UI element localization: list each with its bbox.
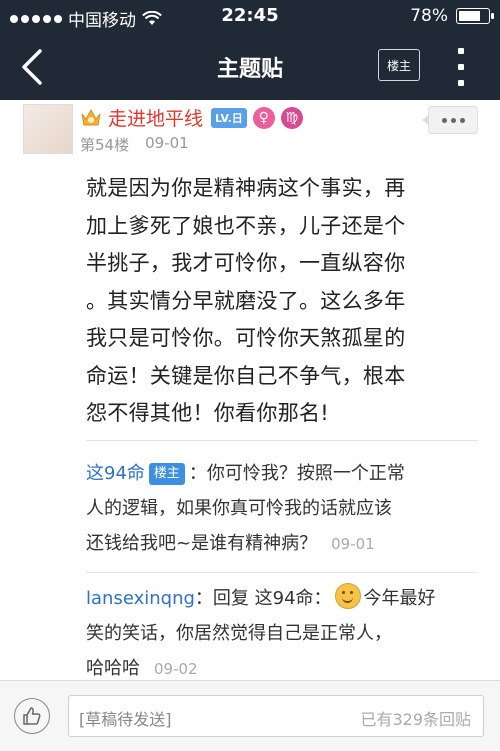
reply-item[interactable]: lansexinqng：回复 这94命： 今年最好 笑的笑话，你居然觉得自己是正常…	[86, 581, 478, 687]
reply-line: lansexinqng：回复 这94命： 今年最好	[86, 581, 478, 616]
post-meta: 第54楼 09-01	[80, 134, 189, 155]
reply-line: 还钱给我吧~是谁有精神病？ 09-01	[86, 526, 478, 562]
reply-list: 这94命 楼主 ：你可怜我？按照一个正常 人的逻辑，如果你真可怜我的话就应该 还钱给…	[86, 456, 478, 697]
content-line: 我只是可怜你。可怜你天煞孤星的	[86, 326, 406, 350]
op-tag: 楼主	[148, 463, 185, 485]
virgo-zodiac-icon: ♍	[280, 106, 303, 129]
battery-info: 78%	[410, 6, 494, 26]
reply-username[interactable]: 这94命	[86, 463, 145, 484]
content-line: 加上爹死了娘也不亲，儿子还是个	[86, 213, 406, 238]
reply-text: 今年最好	[363, 588, 436, 609]
content-line: 半挑子，我才可怜你，一直纵容你	[86, 251, 406, 275]
reply-divider	[86, 572, 478, 573]
post-content: 就是因为你是精神病这个事实，再 加上爹死了娘也不亲，儿子还是个 半挑子，我才可怜…	[86, 170, 478, 433]
reply-text: ：你可怜我？按照一个正常	[188, 463, 405, 484]
female-gender-icon: ♀	[252, 106, 275, 129]
floor-number: 第54楼	[80, 136, 130, 154]
content-line: 就是因为你是精神病这个事实，再	[86, 176, 406, 200]
battery-icon	[456, 8, 494, 24]
draft-placeholder: [草稿待发送]	[79, 710, 172, 729]
only-op-button[interactable]: 楼主	[378, 49, 420, 81]
reply-text: 哈哈哈	[86, 658, 140, 679]
reply-text: 还钱给我吧~是谁有精神病？	[86, 533, 318, 554]
reply-prefix: ：回复 这94命：	[194, 588, 332, 609]
username[interactable]: 走进地平线	[108, 104, 203, 131]
level-badge: LV.日	[211, 107, 247, 128]
smiley-emoji-icon	[334, 583, 361, 609]
content-line: 。其实情分早就磨没了。这么多年	[86, 288, 406, 313]
post: 走进地平线 LV.日 ♀ ♍ 第54楼 09-01 就是因为你是精神病这个事实，…	[0, 100, 500, 680]
reply-time: 09-01	[331, 535, 375, 553]
reply-input[interactable]: [草稿待发送] 已有329条回贴	[68, 695, 484, 737]
status-bar: 中国移动 22:45 78%	[0, 0, 500, 33]
divider	[86, 440, 478, 441]
reply-line: 人的逻辑，如果你真可怜我的话就应该	[86, 498, 392, 519]
post-author-line: 走进地平线 LV.日 ♀ ♍	[80, 104, 303, 131]
battery-percent: 78%	[410, 6, 448, 26]
reply-username[interactable]: lansexinqng	[86, 588, 195, 609]
reply-count: 已有329条回贴	[360, 710, 471, 729]
crown-icon	[81, 108, 101, 125]
reply-line: 这94命 楼主 ：你可怜我？按照一个正常	[86, 456, 478, 491]
more-vertical-icon[interactable]	[456, 48, 466, 86]
thumbs-up-icon	[23, 707, 41, 725]
reply-item[interactable]: 这94命 楼主 ：你可怜我？按照一个正常 人的逻辑，如果你真可怜我的话就应该 还钱给…	[86, 456, 478, 562]
post-date: 09-01	[145, 134, 189, 152]
avatar[interactable]	[23, 104, 73, 154]
content-line: 怨不得其他！你看你那名!	[86, 401, 330, 425]
more-options-button[interactable]	[422, 106, 478, 134]
reply-time: 09-02	[154, 660, 198, 678]
like-button[interactable]	[14, 698, 50, 734]
nav-bar: 主题贴 楼主	[0, 33, 500, 100]
content-line: 命运！关键是你自己不争气，根本	[86, 363, 406, 388]
reply-line: 笑的笑话，你居然觉得自己是正常人，	[86, 623, 392, 644]
page-title: 主题贴	[216, 57, 283, 82]
bottom-bar: [草稿待发送] 已有329条回贴	[0, 680, 500, 751]
